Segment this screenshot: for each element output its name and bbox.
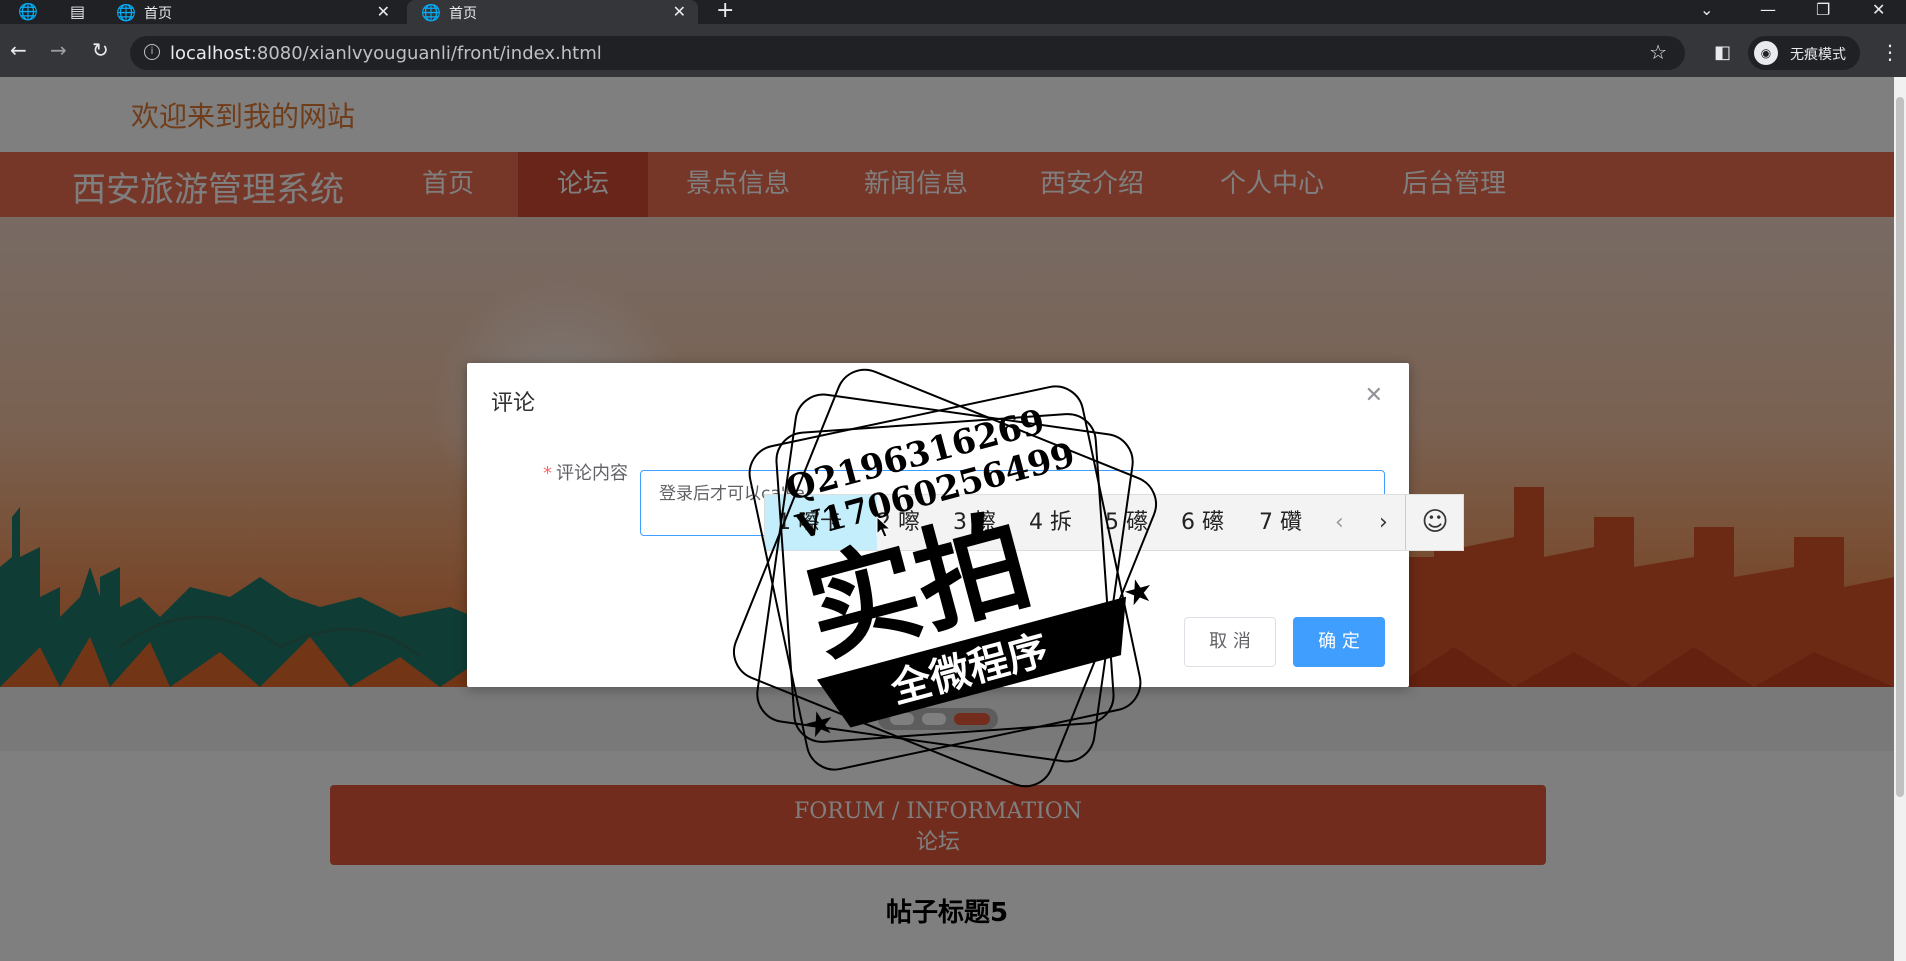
restore-icon[interactable]: ❐: [1816, 0, 1830, 19]
browser-tab-title: 首页: [144, 6, 172, 22]
new-tab-button[interactable]: +: [716, 0, 734, 23]
tab-search-icon[interactable]: ⌄: [1700, 0, 1713, 19]
mouse-cursor-icon: [876, 516, 892, 538]
back-icon[interactable]: ←: [10, 38, 27, 62]
browser-tab[interactable]: 🌐 首页 ✕: [102, 0, 402, 24]
tab-group-icon[interactable]: ▤: [70, 2, 85, 21]
site-info-icon[interactable]: i: [144, 44, 160, 60]
ime-emoji-icon[interactable]: ☺: [1405, 495, 1464, 550]
page-scrollbar[interactable]: [1894, 77, 1906, 961]
ime-candidate-index: 7: [1259, 510, 1273, 535]
browser-tab-strip: 🌐 ▤ 🌐 首页 ✕ 🌐 首页 ✕ + ⌄ — ❐ ✕: [0, 0, 1906, 24]
comment-content-label: * 评论内容: [543, 459, 628, 485]
stamp-watermark: Q2196316269 V17060256499 实拍 全微程序 ★ ★: [733, 368, 1158, 788]
dialog-title: 评论: [491, 391, 536, 416]
url-host: localhost: [170, 43, 251, 64]
minimize-icon[interactable]: —: [1760, 0, 1776, 19]
browser-tab-title: 首页: [449, 6, 477, 22]
close-window-icon[interactable]: ✕: [1872, 0, 1885, 19]
incognito-icon: ◉: [1754, 41, 1778, 65]
confirm-button[interactable]: 确 定: [1293, 617, 1385, 667]
scrollbar-thumb[interactable]: [1896, 97, 1904, 797]
globe-icon: 🌐: [116, 3, 136, 22]
ime-prev-page-icon[interactable]: ‹: [1335, 495, 1344, 550]
required-mark: *: [543, 463, 552, 484]
url-path: :8080/xianlvyouguanli/front/index.html: [250, 43, 602, 64]
browser-menu-icon[interactable]: ⋮: [1880, 40, 1900, 64]
cancel-button[interactable]: 取 消: [1184, 617, 1276, 667]
close-icon[interactable]: ✕: [1365, 383, 1383, 408]
ime-candidate[interactable]: 7 礸: [1247, 495, 1314, 550]
close-tab-icon[interactable]: ✕: [377, 2, 390, 21]
forward-icon[interactable]: →: [50, 38, 67, 62]
ime-candidate-text: 礸: [1280, 510, 1303, 535]
url-text[interactable]: localhost:8080/xianlvyouguanli/front/ind…: [170, 43, 602, 64]
close-tab-icon[interactable]: ✕: [673, 2, 686, 21]
address-bar[interactable]: i localhost:8080/xianlvyouguanli/front/i…: [130, 36, 1685, 70]
incognito-label: 无痕模式: [1790, 47, 1846, 63]
incognito-indicator[interactable]: ◉ 无痕模式: [1748, 36, 1860, 70]
reload-icon[interactable]: ↻: [92, 38, 109, 62]
ime-candidate-text: 礤: [1202, 510, 1225, 535]
bookmark-star-icon[interactable]: ☆: [1649, 40, 1667, 64]
browser-tab-active[interactable]: 🌐 首页 ✕: [407, 0, 698, 24]
globe-icon: 🌐: [421, 3, 441, 22]
globe-icon[interactable]: 🌐: [18, 2, 38, 21]
ime-next-page-icon[interactable]: ›: [1379, 495, 1388, 550]
side-panel-icon[interactable]: ◧: [1714, 42, 1731, 63]
page-viewport: 欢迎来到我的网站 西安旅游管理系统 首页 论坛 景点信息 新闻信息 西安介绍 个…: [0, 77, 1894, 961]
comment-content-label-text: 评论内容: [556, 463, 628, 484]
